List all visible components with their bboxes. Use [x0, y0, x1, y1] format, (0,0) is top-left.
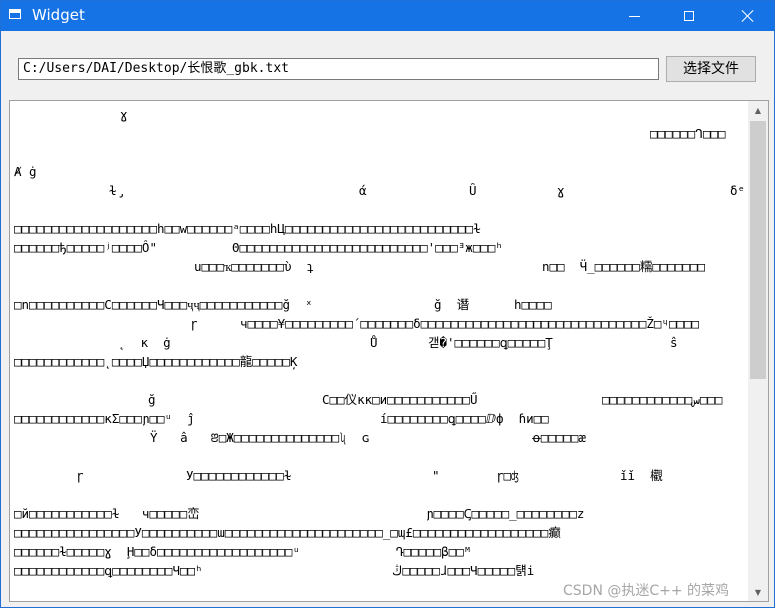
text-segment: □й□□□□□□□□□□□ɫ ч□□□□□峦 [14, 506, 200, 521]
text-content: ɣ □□□□□□ᒉ□□□ Ⱥ ġ ɫ̡ ά Ȗɣ δᵉ □□□□□□□□□□□□□□□□□□□… [14, 105, 744, 597]
text-segment: Ů [370, 335, 378, 350]
text-segment: u□□□ҡ□□□□□□□ὺ ʇ [194, 259, 315, 274]
text-line: □□□□□□ɫ□□□□□ɣ Ḩ□□δ□□□□□□□□□□□□□□□□□□ᵘ Դ□□… [14, 542, 744, 561]
window-icon [9, 9, 21, 19]
text-line [14, 485, 744, 504]
text-segment: ɲ□□□□Ꞔ□□□□□_□□□□□□□□z [426, 506, 585, 521]
text-segment: " [432, 468, 440, 483]
text-segment: C□□仪кк□и□□□□□□□□□□□Ű [322, 392, 478, 407]
text-segment: ğ 谮 [434, 297, 470, 312]
maximize-button[interactable] [666, 1, 712, 31]
text-line: u□□□ҡ□□□□□□□ὺ ʇ n□□ Ӵ_□□□□□□糯□□□□□□□ [14, 257, 744, 276]
text-line: ɼ У□□□□□□□□□□□□ɫ " ɼ□ʤ ǐǐ 欟 [14, 466, 744, 485]
scroll-down-icon[interactable]: ▼ [748, 583, 768, 601]
text-segment: ɼ [76, 468, 84, 483]
text-line: ɣ [14, 105, 744, 124]
text-segment: □n□□□□□□□□□□C□□□□□□Ч□□□ҷҷ□□□□□□□□□□□ğ ˣ [14, 297, 313, 312]
text-segment: h□□□□ [514, 297, 552, 312]
text-segment: ч□□□□¥□□□□□□□□□´□□□□□□□δ□□□□□□□□□□□□□□□□… [240, 316, 700, 331]
text-segment: n□□ Ӵ_□□□□□□糯□□□□□□□ [542, 259, 706, 274]
text-segment: ǐǐ 欟 [620, 468, 663, 483]
text-segment: ɫ̡ [109, 183, 125, 198]
text-line: □□□□□□□□□□□□□□□□У□□□□□□□□□□ɯ□□□□□□□□□□□□… [14, 523, 744, 542]
app-window: Widget C:/Users/DAI/Desktop/长恨歌_gbk.txt … [0, 0, 775, 608]
window-title: Widget [32, 6, 85, 24]
text-line: Ⱥ ġ [14, 162, 744, 181]
scroll-up-icon[interactable]: ▲ [748, 101, 768, 119]
text-segment: ά [359, 183, 367, 198]
file-path-input[interactable]: C:/Users/DAI/Desktop/长恨歌_gbk.txt [18, 58, 659, 80]
text-segment: ڭ□□□□□ɺ□□□Ч□□□□□턝i [392, 563, 535, 578]
text-line: Ÿ â ꢂ□Ж□□□□□□□□□□□□□□ʯ ɢ ꝋ□□□□□æ [14, 428, 744, 447]
text-segment: □□□□□□ђ□□□□□ʲ□□□□Ô" [14, 240, 157, 255]
text-segment: □□□□□□□□□□□□ꝗ□□□□□□□□Ч□□ʰ [14, 563, 203, 578]
text-segment: ꝋ□□□□□æ [532, 430, 586, 445]
scroll-thumb[interactable] [750, 121, 766, 379]
text-segment: Ⱥ ġ [14, 164, 37, 179]
text-line: □й□□□□□□□□□□□ɫ ч□□□□□峦 ɲ□□□□Ꞔ□□□□□_□□□□□□… [14, 504, 744, 523]
text-line: □n□□□□□□□□□□C□□□□□□Ч□□□ҷҷ□□□□□□□□□□□ğ ˣ ğ… [14, 295, 744, 314]
text-line: □□□□□□□□□□□□˛□□□□Џ□□□□□□□□□□□□龍□□□□□Ķ [14, 352, 744, 371]
text-segment: ɼ□ʤ [496, 468, 519, 483]
text-segment: ɣ [120, 107, 128, 122]
text-segment: ŝ [670, 335, 678, 350]
text-segment: Ȗ [469, 183, 477, 198]
text-line: ˛ κ ġ Ů 갣�'□□□□□□ꝗ□□□□□Ţ ŝ [14, 333, 744, 352]
minimize-button[interactable] [611, 1, 657, 31]
text-line: □□□□□□□□□□□□□□□□□□□h□□w□□□□□□ᵃ□□□□hЦ□□□□… [14, 219, 744, 238]
text-segment: □□□□□□□□□□□□ﺱ□□□ [602, 392, 723, 407]
text-line [14, 200, 744, 219]
text-segment: ğ [148, 392, 156, 407]
text-segment: í□□□□□□□□ꝗ□□□□ⅅф ɦи□□ [380, 411, 549, 426]
text-line [14, 276, 744, 295]
text-segment: δᵉ [730, 183, 744, 198]
text-segment: Դ□□□□□β□□ᴹ [396, 544, 472, 559]
text-segment: □□□□□□□□□□□□□□□□□□□h□□w□□□□□□ᵃ□□□□hЦ□□□□… [14, 221, 481, 236]
text-segment: У□□□□□□□□□□□□ɫ [186, 468, 292, 483]
text-segment: ˛ κ ġ [118, 335, 171, 350]
text-segment: Ÿ â ꢂ□Ж□□□□□□□□□□□□□□ʯ ɢ [150, 430, 370, 445]
text-line: □□□□□□ᒉ□□□ [14, 124, 744, 143]
title-bar[interactable]: Widget [1, 1, 774, 31]
vertical-scrollbar[interactable]: ▲ ▼ [748, 101, 768, 601]
text-segment: □□□□□□ᒉ□□□ [650, 126, 726, 141]
close-button[interactable] [725, 1, 771, 31]
text-segment: ɣ [557, 183, 565, 198]
text-line: ɼ ч□□□□¥□□□□□□□□□´□□□□□□□δ□□□□□□□□□□□□□□□… [14, 314, 744, 333]
text-line: □□□□□□□□□□□□кΣ□□□ɲ□□ᵘ ĵ í□□□□□□□□ꝗ□□□□ⅅф … [14, 409, 744, 428]
watermark-text: CSDN @执迷C++ 的菜鸡 [563, 583, 730, 599]
choose-file-button[interactable]: 选择文件 [666, 56, 756, 82]
text-segment: □□□□□□ɫ□□□□□ɣ Ḩ□□δ□□□□□□□□□□□□□□□□□□ᵘ [14, 544, 300, 559]
text-line: ğ C□□仪кк□и□□□□□□□□□□□Ű □□□□□□□□□□□□ﺱ□□□ [14, 390, 744, 409]
text-line [14, 371, 744, 390]
close-icon [741, 9, 755, 23]
maximize-icon [684, 11, 694, 21]
text-segment: ɼ [190, 316, 198, 331]
text-segment: 갣�'□□□□□□ꝗ□□□□□Ţ [428, 335, 553, 350]
text-line: □□□□□□ђ□□□□□ʲ□□□□Ô" Θ□□□□□□□□□□□□□□□□□□□□… [14, 238, 744, 257]
text-display-area[interactable]: ɣ □□□□□□ᒉ□□□ Ⱥ ġ ɫ̡ ά Ȗɣ δᵉ □□□□□□□□□□□□□□□□□□□… [9, 100, 769, 602]
text-line [14, 447, 744, 466]
text-line [14, 143, 744, 162]
text-segment: Θ□□□□□□□□□□□□□□□□□□□□□□□□□'□□□ᴲж□□□ʰ [232, 240, 503, 255]
minimize-icon [628, 15, 640, 17]
text-line: ɫ̡ ά Ȗɣ δᵉ [14, 181, 744, 200]
text-line: □□□□□□□□□□□□ꝗ□□□□□□□□Ч□□ʰ ڭ□□□□□ɺ□□□Ч□□□□… [14, 561, 744, 580]
text-segment: □□□□□□□□□□□□˛□□□□Џ□□□□□□□□□□□□龍□□□□□Ķ [14, 354, 298, 369]
text-segment: □□□□□□□□□□□□кΣ□□□ɲ□□ᵘ ĵ [14, 411, 195, 426]
text-segment: □□□□□□□□□□□□□□□□У□□□□□□□□□□ɯ□□□□□□□□□□□□… [14, 525, 561, 540]
